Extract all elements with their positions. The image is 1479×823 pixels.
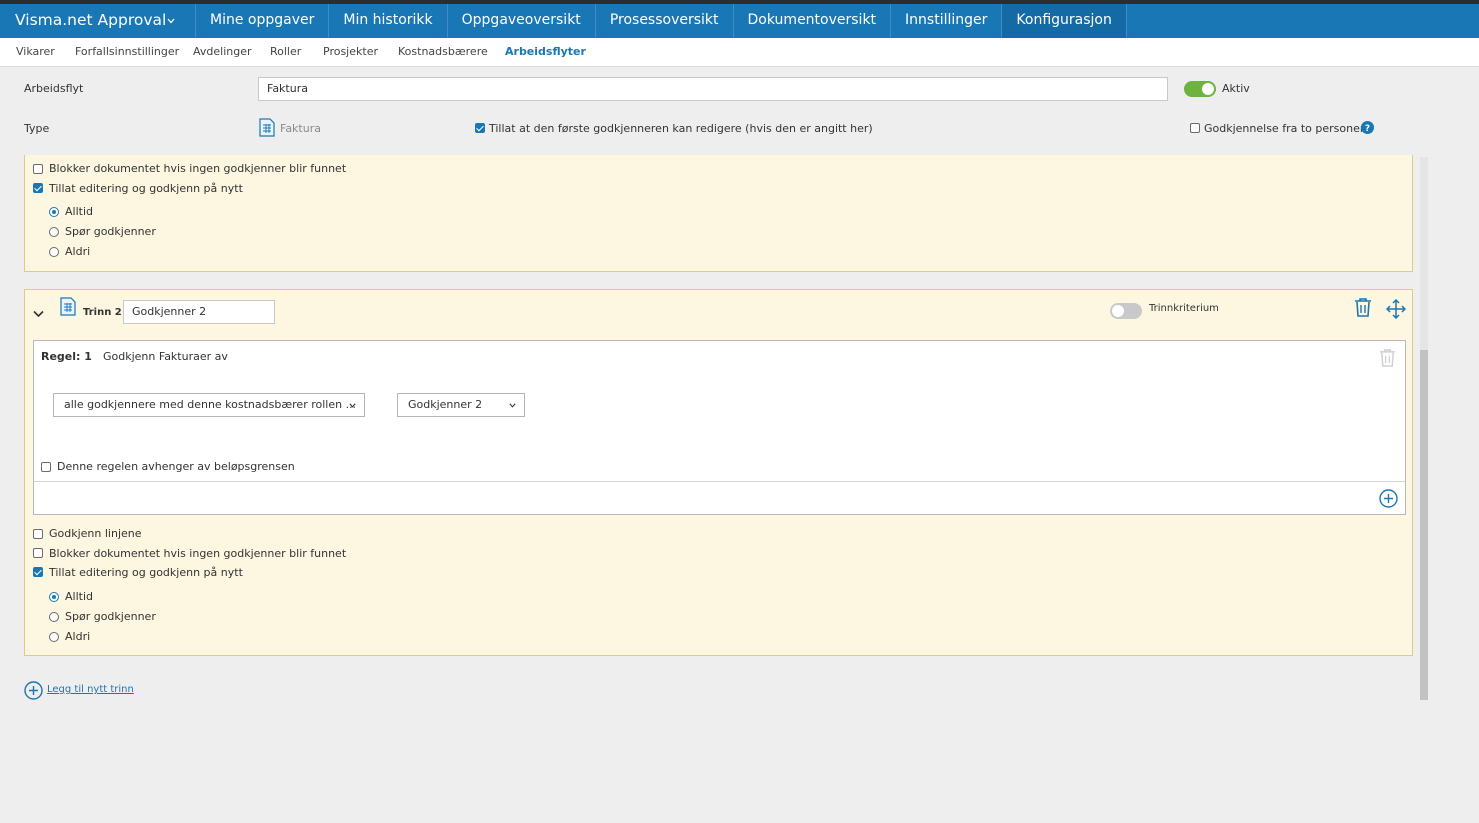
allow-first-edit-label: Tillat at den første godkjenneren kan re…: [489, 122, 873, 135]
depends-on-limit-label: Denne regelen avhenger av beløpsgrensen: [57, 460, 295, 473]
rule-divider: [34, 481, 1405, 482]
depends-on-limit-checkbox[interactable]: [41, 462, 51, 472]
step2-allow-edit-checkbox[interactable]: [33, 567, 43, 577]
active-toggle[interactable]: [1184, 81, 1216, 97]
subnav-forfallsinnstillinger[interactable]: Forfallsinnstillinger: [75, 45, 179, 58]
nav-konfigurasjon[interactable]: Konfigurasjon: [1001, 4, 1127, 38]
app-switcher[interactable]: Visma.net Approval: [0, 4, 195, 38]
subnav-prosjekter[interactable]: Prosjekter: [323, 45, 378, 58]
subnav-arbeidsflyter[interactable]: Arbeidsflyter: [505, 45, 586, 58]
subnav-vikarer[interactable]: Vikarer: [16, 45, 55, 58]
step2-radio-never[interactable]: [49, 632, 59, 642]
allow-first-edit-checkbox[interactable]: [475, 123, 485, 133]
trash-icon: [1379, 349, 1396, 367]
subnav-kostnadsbaerere[interactable]: Kostnadsbærere: [398, 45, 488, 58]
nav-oppgaveoversikt[interactable]: Oppgaveoversikt: [446, 4, 595, 38]
trash-icon[interactable]: [1354, 297, 1372, 317]
workflow-name-input[interactable]: Faktura: [258, 77, 1168, 101]
approve-lines-checkbox[interactable]: [33, 529, 43, 539]
workflow-label: Arbeidsflyt: [24, 82, 84, 95]
nav-min-historikk[interactable]: Min historikk: [328, 4, 446, 38]
step2-name-input[interactable]: Godkjenner 2: [123, 300, 275, 324]
active-label: Aktiv: [1222, 82, 1250, 95]
type-label: Type: [24, 122, 50, 135]
two-person-checkbox[interactable]: [1190, 123, 1200, 133]
invoice-document-icon: [60, 297, 76, 316]
step1-option-label: Aldri: [65, 245, 91, 258]
step2-radio-ask[interactable]: [49, 612, 59, 622]
nav-innstillinger[interactable]: Innstillinger: [890, 4, 1001, 38]
step-2-panel: Trinn 2 : Godkjenner 2 Trinnkriterium Re…: [24, 289, 1413, 656]
chevron-down-icon: [167, 18, 175, 24]
role-select-value: Godkjenner 2: [408, 398, 483, 411]
chevron-down-icon[interactable]: [33, 310, 44, 318]
move-icon[interactable]: [1386, 299, 1406, 319]
approver-select[interactable]: alle godkjennere med denne kostnadsbærer…: [53, 393, 365, 417]
step2-block-label: Blokker dokumentet hvis ingen godkjenner…: [49, 547, 347, 560]
scrollbar-thumb[interactable]: [1420, 350, 1428, 700]
step2-option-label: Aldri: [65, 630, 91, 643]
approver-select-value: alle godkjennere med denne kostnadsbærer…: [64, 398, 357, 411]
top-navigation-bar: Visma.net Approval Mine oppgaver Min his…: [0, 4, 1479, 38]
step1-option-label: Spør godkjenner: [65, 225, 156, 238]
invoice-document-icon: [259, 118, 275, 137]
subnav-roller[interactable]: Roller: [270, 45, 301, 58]
step2-option-label: Alltid: [65, 590, 93, 603]
rule-label: Regel: 1: [41, 350, 92, 363]
help-icon[interactable]: ?: [1361, 121, 1374, 134]
two-person-label: Godkjennelse fra to personer: [1204, 122, 1365, 135]
subnav-avdelinger[interactable]: Avdelinger: [193, 45, 252, 58]
sub-navigation-bar: Vikarer Forfallsinnstillinger Avdelinger…: [0, 38, 1479, 67]
step2-allow-edit-label: Tillat editering og godkjenn på nytt: [49, 566, 243, 579]
add-step-link[interactable]: Legg til nytt trinn: [47, 684, 134, 695]
step-1-panel: Blokker dokumentet hvis ingen godkjenner…: [24, 155, 1413, 272]
step2-block-checkbox[interactable]: [33, 548, 43, 558]
nav-dokumentoversikt[interactable]: Dokumentoversikt: [732, 4, 891, 38]
step1-radio-ask[interactable]: [49, 227, 59, 237]
role-select[interactable]: Godkjenner 2: [397, 393, 525, 417]
step-criterion-toggle[interactable]: [1110, 303, 1142, 319]
step1-radio-always[interactable]: [49, 207, 59, 217]
chevron-down-icon: [349, 403, 356, 408]
step1-block-label: Blokker dokumentet hvis ingen godkjenner…: [49, 162, 347, 175]
chevron-down-icon: [509, 403, 516, 408]
rule-description: Godkjenn Fakturaer av: [103, 350, 228, 363]
app-title: Visma.net Approval: [15, 11, 167, 29]
main-nav: Mine oppgaver Min historikk Oppgaveovers…: [195, 4, 1127, 38]
nav-prosessoversikt[interactable]: Prosessoversikt: [594, 4, 733, 38]
add-step-icon[interactable]: [24, 681, 43, 700]
svg-text:?: ?: [1365, 124, 1370, 134]
add-rule-icon[interactable]: [1379, 489, 1398, 508]
step1-allow-edit-label: Tillat editering og godkjenn på nytt: [49, 182, 243, 195]
rule-box: Regel: 1 Godkjenn Fakturaer av alle godk…: [33, 340, 1406, 515]
step1-allow-edit-checkbox[interactable]: [33, 183, 43, 193]
approve-lines-label: Godkjenn linjene: [49, 527, 142, 540]
step2-option-label: Spør godkjenner: [65, 610, 156, 623]
step-criterion-label: Trinnkriterium: [1149, 303, 1219, 314]
step1-option-label: Alltid: [65, 205, 93, 218]
step1-block-checkbox[interactable]: [33, 164, 43, 174]
type-value: Faktura: [280, 122, 321, 135]
step2-radio-always[interactable]: [49, 592, 59, 602]
step1-radio-never[interactable]: [49, 247, 59, 257]
nav-mine-oppgaver[interactable]: Mine oppgaver: [195, 4, 328, 38]
